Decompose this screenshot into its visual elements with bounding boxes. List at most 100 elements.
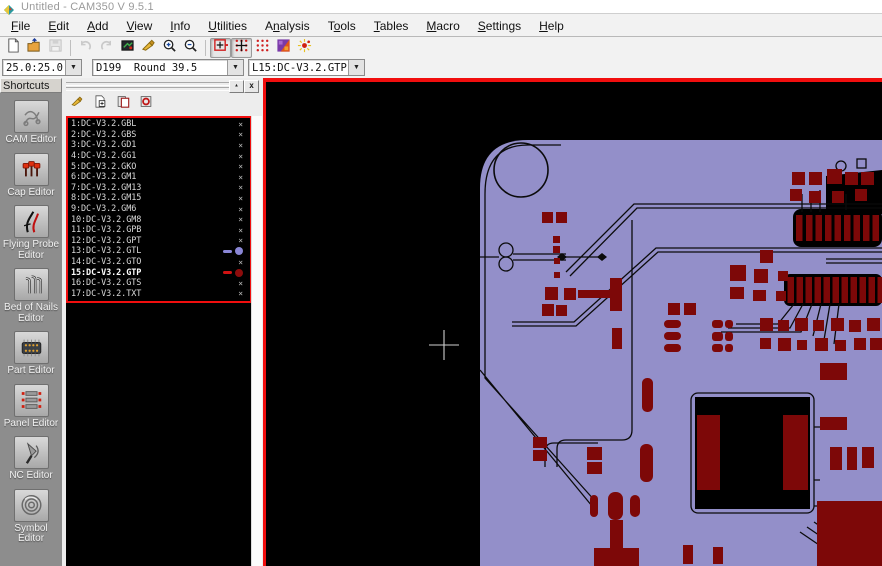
layer-visibility-marker[interactable] (223, 247, 243, 255)
bed-of-nails-editor-icon[interactable] (14, 268, 49, 301)
layer-row[interactable]: 8:DC-V3.2.GM15 × (68, 193, 250, 204)
menu-view[interactable]: View (117, 17, 161, 35)
layer-visibility-marker[interactable]: × (238, 205, 243, 214)
layer-visibility-marker[interactable]: × (238, 226, 243, 235)
chevron-down-icon[interactable]: ▼ (227, 60, 243, 75)
menu-add[interactable]: Add (78, 17, 117, 35)
highlight-button[interactable] (294, 38, 315, 58)
add-layer-button[interactable] (91, 96, 108, 111)
new-button[interactable] (3, 38, 24, 58)
chevron-down-icon[interactable]: ▼ (348, 60, 364, 75)
layer-row[interactable]: 2:DC-V3.2.GBS × (68, 130, 250, 141)
layer-visibility-marker[interactable]: × (238, 173, 243, 182)
layer-row[interactable]: 15:DC-V3.2.GTP (68, 267, 250, 278)
drag-grip[interactable] (66, 87, 229, 91)
layer-name[interactable]: 11:DC-V3.2.GPB (71, 225, 141, 235)
redo-button[interactable] (96, 38, 117, 58)
layer-row[interactable]: 12:DC-V3.2.GPT × (68, 236, 250, 247)
menu-info[interactable]: Info (161, 17, 199, 35)
layer-row[interactable]: 17:DC-V3.2.TXT× (68, 289, 250, 300)
brush-button[interactable] (68, 96, 85, 111)
menu-macro[interactable]: Macro (417, 17, 468, 35)
layer-row[interactable]: 13:DC-V3.2.GTL (68, 246, 250, 257)
pcb-canvas[interactable] (263, 78, 882, 566)
erase-button[interactable] (138, 38, 159, 58)
panel-editor-icon[interactable] (14, 384, 49, 417)
menu-edit[interactable]: Edit (39, 17, 78, 35)
layer-row[interactable]: 1:DC-V3.2.GBL× (68, 119, 250, 130)
layer-name[interactable]: 6:DC-V3.2.GM1 (71, 172, 136, 182)
menu-file[interactable]: File (2, 17, 39, 35)
layer-visibility-marker[interactable]: × (238, 162, 243, 171)
menu-analysis[interactable]: Analysis (256, 17, 319, 35)
part-editor-icon[interactable] (14, 331, 49, 364)
layer-row[interactable]: 14:DC-V3.2.GTO × (68, 257, 250, 268)
layer-row[interactable]: 5:DC-V3.2.GKO × (68, 161, 250, 172)
copy-layer-button[interactable] (114, 96, 131, 111)
grid-spacing-combobox[interactable]: 25.0:25.0 ▼ (2, 59, 82, 76)
menu-settings[interactable]: Settings (469, 17, 530, 35)
grid-snap-button[interactable] (231, 38, 252, 58)
layer-row[interactable]: 4:DC-V3.2.GG1 × (68, 151, 250, 162)
layer-row[interactable]: 7:DC-V3.2.GM13 × (68, 183, 250, 194)
drag-grip[interactable] (66, 82, 229, 86)
sidebar-item-part-editor[interactable]: Part Editor (0, 331, 62, 377)
zoom-window-button[interactable] (210, 38, 231, 58)
layer-row[interactable]: 11:DC-V3.2.GPB × (68, 225, 250, 236)
layer-name[interactable]: 16:DC-V3.2.GTS (71, 278, 141, 288)
menu-utilities[interactable]: Utilities (199, 17, 256, 35)
layer-visibility-marker[interactable]: × (238, 289, 243, 298)
symbol-editor-icon[interactable] (14, 489, 49, 522)
menu-help[interactable]: Help (530, 17, 573, 35)
cap-editor-icon[interactable] (14, 153, 49, 186)
layer-ring-button[interactable] (137, 96, 154, 111)
layer-visibility-marker[interactable]: × (238, 152, 243, 161)
sidebar-item-panel-editor[interactable]: Panel Editor (0, 384, 62, 430)
sidebar-item-cap-editor[interactable]: Cap Editor (0, 153, 62, 199)
panel-minimize-button[interactable]: ▴ (229, 80, 244, 93)
layers-panel-titlebar[interactable]: ▴ x (62, 79, 263, 92)
layer-name[interactable]: 15:DC-V3.2.GTP (71, 268, 141, 278)
zoom-in-button[interactable] (159, 38, 180, 58)
layer-name[interactable]: 2:DC-V3.2.GBS (71, 130, 136, 140)
active-layer-combobox[interactable]: L15:DC-V3.2.GTP ▼ (248, 59, 365, 76)
layer-row[interactable]: 16:DC-V3.2.GTS× (68, 278, 250, 289)
layer-name[interactable]: 14:DC-V3.2.GTO (71, 257, 141, 267)
sidebar-item-symbol-editor[interactable]: Symbol Editor (0, 489, 62, 545)
layer-name[interactable]: 13:DC-V3.2.GTL (71, 246, 141, 256)
sidebar-item-flying-probe-editor[interactable]: Flying Probe Editor (0, 205, 62, 261)
menu-tables[interactable]: Tables (365, 17, 418, 35)
nc-editor-icon[interactable] (14, 436, 49, 469)
layer-name[interactable]: 3:DC-V3.2.GD1 (71, 140, 136, 150)
layer-visibility-marker[interactable]: × (238, 215, 243, 224)
layer-visibility-marker[interactable]: × (238, 258, 243, 267)
sidebar-item-cam-editor[interactable]: CAM Editor (0, 100, 62, 146)
layer-visibility-marker[interactable] (223, 269, 243, 277)
layer-visibility-marker[interactable]: × (238, 183, 243, 192)
cam-editor-icon[interactable] (14, 100, 49, 133)
chevron-down-icon[interactable]: ▼ (65, 60, 81, 75)
layer-row[interactable]: 6:DC-V3.2.GM1 × (68, 172, 250, 183)
layer-name[interactable]: 8:DC-V3.2.GM15 (71, 193, 141, 203)
redraw-button[interactable] (117, 38, 138, 58)
layer-visibility-marker[interactable]: × (238, 194, 243, 203)
layer-name[interactable]: 7:DC-V3.2.GM13 (71, 183, 141, 193)
menu-tools[interactable]: Tools (319, 17, 365, 35)
sidebar-item-nc-editor[interactable]: NC Editor (0, 436, 62, 482)
save-button[interactable] (45, 38, 66, 58)
layer-visibility-marker[interactable]: × (238, 236, 243, 245)
layer-visibility-marker[interactable]: × (238, 141, 243, 150)
grid-dots-button[interactable] (252, 38, 273, 58)
layer-name[interactable]: 10:DC-V3.2.GM8 (71, 215, 141, 225)
layer-visibility-marker[interactable]: × (238, 120, 243, 129)
layer-name[interactable]: 4:DC-V3.2.GG1 (71, 151, 136, 161)
layer-name[interactable]: 12:DC-V3.2.GPT (71, 236, 141, 246)
layer-name[interactable]: 5:DC-V3.2.GKO (71, 162, 136, 172)
layer-visibility-marker[interactable]: × (238, 130, 243, 139)
layer-colors-button[interactable] (273, 38, 294, 58)
undo-button[interactable] (75, 38, 96, 58)
sidebar-item-bed-of-nails-editor[interactable]: Bed of Nails Editor (0, 268, 62, 324)
layer-row[interactable]: 10:DC-V3.2.GM8 × (68, 214, 250, 225)
layer-row[interactable]: 9:DC-V3.2.GM6× (68, 204, 250, 215)
layer-row[interactable]: 3:DC-V3.2.GD1 × (68, 140, 250, 151)
